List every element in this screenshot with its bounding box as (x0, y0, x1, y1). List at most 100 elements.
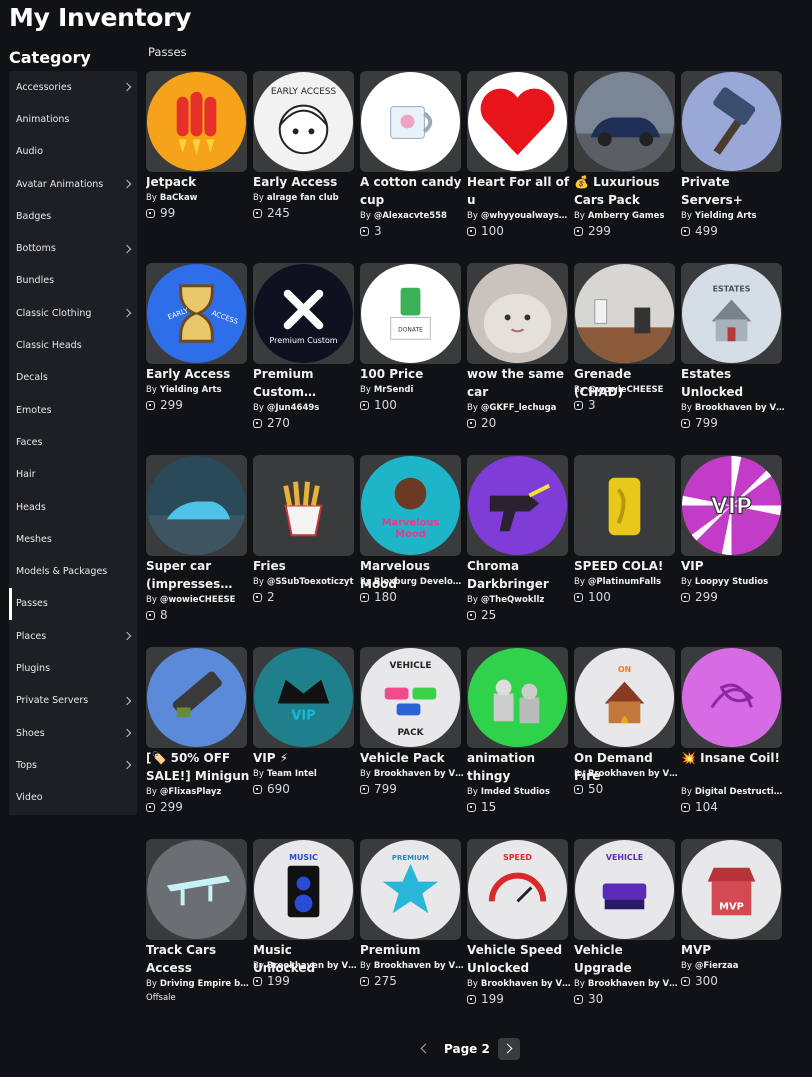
item-creator[interactable]: By Loopyy Studios (681, 575, 785, 589)
creator-name[interactable]: @Fierzaa (695, 961, 739, 971)
item-thumbnail[interactable] (467, 71, 568, 172)
item-thumbnail[interactable] (574, 263, 675, 364)
item-name[interactable]: MVP (681, 941, 785, 959)
item-creator[interactable]: By @Fierzaa (681, 959, 785, 973)
sidebar-item-classic-clothing[interactable]: Classic Clothing (9, 297, 137, 329)
item-thumbnail[interactable]: VEHICLE (574, 839, 675, 940)
creator-name[interactable]: Brookhaven by V… (374, 961, 464, 971)
creator-name[interactable]: Digital Destruction (695, 787, 785, 797)
item-creator[interactable]: By Amberry Games (574, 209, 678, 223)
item-creator[interactable]: By alrage fan club (253, 191, 357, 205)
sidebar-item-places[interactable]: Places (9, 620, 137, 652)
sidebar-item-avatar-animations[interactable]: Avatar Animations (9, 168, 137, 200)
creator-name[interactable]: Imded Studios (481, 787, 550, 797)
creator-name[interactable]: BaCkaw (160, 193, 198, 203)
item-name[interactable]: wow the same car (467, 365, 571, 401)
item-card[interactable]: VEHICLE PACK Vehicle Pack By Brookhaven by … (360, 647, 464, 837)
item-name[interactable]: Fries (253, 557, 357, 575)
item-thumbnail[interactable]: EARLY ACCESS (253, 71, 354, 172)
creator-name[interactable]: Yielding Arts (160, 385, 222, 395)
item-name[interactable]: Premium Custom Service (253, 365, 357, 401)
item-card[interactable]: Fries By @SSubToexoticzyt 2 (253, 455, 355, 645)
item-name[interactable]: 100 Price (360, 365, 464, 383)
item-thumbnail[interactable]: SPEED (467, 839, 568, 940)
item-card[interactable]: [🏷️ 50% OFF SALE!] Minigun By @FlixasPlay… (146, 647, 250, 837)
item-card[interactable]: Chroma Darkbringer By @TheQwokllz 25 (467, 455, 569, 645)
item-creator[interactable]: By MrSendi (360, 383, 464, 397)
creator-name[interactable]: Brookhaven by V… (588, 979, 678, 989)
item-card[interactable]: Track Cars Access By Driving Empire b… Off… (146, 839, 250, 1029)
creator-name[interactable]: Brookhaven by V… (374, 769, 464, 779)
creator-name[interactable]: @whyyoualwaysr… (481, 211, 571, 221)
item-name[interactable]: Jetpack (146, 173, 250, 191)
item-name[interactable]: VIP (681, 557, 785, 575)
item-creator[interactable]: By @whyyoualwaysr… (467, 209, 571, 223)
item-name[interactable]: Estates Unlocked (681, 365, 785, 401)
item-name[interactable]: Vehicle Speed Unlocked (467, 941, 571, 977)
item-name[interactable]: [🏷️ 50% OFF SALE!] Minigun (146, 749, 250, 785)
next-page-button[interactable] (497, 1038, 520, 1060)
item-name[interactable]: Early Access (253, 173, 357, 191)
item-card[interactable]: 💰 Luxurious Cars Pack By Amberry Games 299 (574, 71, 676, 261)
item-card[interactable]: SPEED COLA! By @PlatinumFalls 100 (574, 455, 676, 645)
item-thumbnail[interactable] (146, 455, 247, 556)
item-thumbnail[interactable]: Premium Custom (253, 263, 354, 364)
item-creator[interactable]: By Driving Empire b… (146, 977, 250, 991)
item-creator[interactable]: By Brookhaven by V… (681, 401, 785, 415)
item-card[interactable]: Premium CustomPremium Custom ServiceBy @… (253, 263, 355, 453)
item-name[interactable]: Vehicle Pack (360, 749, 464, 767)
sidebar-item-heads[interactable]: Heads (9, 491, 137, 523)
item-thumbnail[interactable]: ESTATES (681, 263, 782, 364)
item-card[interactable]: EARLY ACCESS Early Access By Yielding Arts 2… (146, 263, 248, 453)
item-name[interactable]: Early Access (146, 365, 250, 383)
item-creator[interactable]: By Brookhaven by V… (360, 959, 464, 973)
item-thumbnail[interactable] (146, 839, 247, 940)
item-creator[interactable]: By @SSubToexoticzyt (253, 575, 357, 589)
item-thumbnail[interactable]: MUSIC (253, 839, 354, 940)
creator-name[interactable]: Brookhaven by V… (695, 403, 785, 413)
item-thumbnail[interactable] (253, 455, 354, 556)
item-card[interactable]: A cotton candy cup By @Alexacvte558 3 (360, 71, 462, 261)
item-thumbnail[interactable]: DONATE (360, 263, 461, 364)
item-thumbnail[interactable] (360, 71, 461, 172)
item-name[interactable]: Heart For all of u (467, 173, 571, 209)
item-name[interactable]: Chroma Darkbringer (467, 557, 571, 593)
item-name[interactable]: SPEED COLA! (574, 557, 678, 575)
item-card[interactable]: Heart For all of u By @whyyoualwaysr… 100 (467, 71, 571, 261)
item-card[interactable]: Grenade (CHAD) By @wowieCHEESE 3 (574, 263, 676, 453)
item-thumbnail[interactable] (467, 455, 568, 556)
item-creator[interactable]: By Team Intel (253, 767, 357, 781)
item-thumbnail[interactable] (467, 263, 568, 364)
item-name[interactable]: Track Cars Access (146, 941, 250, 977)
creator-name[interactable]: Yielding Arts (695, 211, 757, 221)
item-name[interactable]: 💰 Luxurious Cars Pack (574, 173, 678, 209)
creator-name[interactable]: Bloxburg Develo… (374, 577, 461, 587)
item-thumbnail[interactable]: EARLY ACCESS (146, 263, 247, 364)
item-thumbnail[interactable] (574, 71, 675, 172)
sidebar-item-meshes[interactable]: Meshes (9, 523, 137, 555)
creator-name[interactable]: @wowieCHEESE (588, 385, 664, 395)
item-card[interactable]: VIP VIP By Loopyy Studios 299 (681, 455, 783, 645)
item-thumbnail[interactable]: MVP (681, 839, 782, 940)
item-creator[interactable]: By Bloxburg Develo… (360, 575, 464, 589)
creator-name[interactable]: Team Intel (267, 769, 317, 779)
creator-name[interactable]: @Alexacvte558 (374, 211, 447, 221)
sidebar-item-models-packages[interactable]: Models & Packages (9, 555, 137, 587)
item-name[interactable]: animation thingy (467, 749, 571, 785)
item-thumbnail[interactable]: VIP (253, 647, 354, 748)
item-thumbnail[interactable] (146, 647, 247, 748)
item-card[interactable]: Marvelous Mood Marvelous Mood By Bloxburg D… (360, 455, 462, 645)
creator-name[interactable]: @Jun4649s (267, 403, 319, 413)
creator-name[interactable]: alrage fan club (267, 193, 339, 203)
sidebar-item-bottoms[interactable]: Bottoms (9, 232, 137, 264)
sidebar-item-tops[interactable]: Tops (9, 749, 137, 781)
item-thumbnail[interactable]: ON (574, 647, 675, 748)
creator-name[interactable]: @SSubToexoticzyt (267, 577, 354, 587)
creator-name[interactable]: @TheQwokllz (481, 595, 544, 605)
sidebar-item-passes[interactable]: Passes (9, 587, 137, 621)
item-card[interactable]: Jetpack By BaCkaw 99 (146, 71, 248, 261)
sidebar-item-badges[interactable]: Badges (9, 200, 137, 232)
item-thumbnail[interactable]: Marvelous Mood (360, 455, 461, 556)
item-creator[interactable]: By Digital Destruction (681, 785, 785, 799)
creator-name[interactable]: Brookhaven by V… (267, 961, 357, 971)
